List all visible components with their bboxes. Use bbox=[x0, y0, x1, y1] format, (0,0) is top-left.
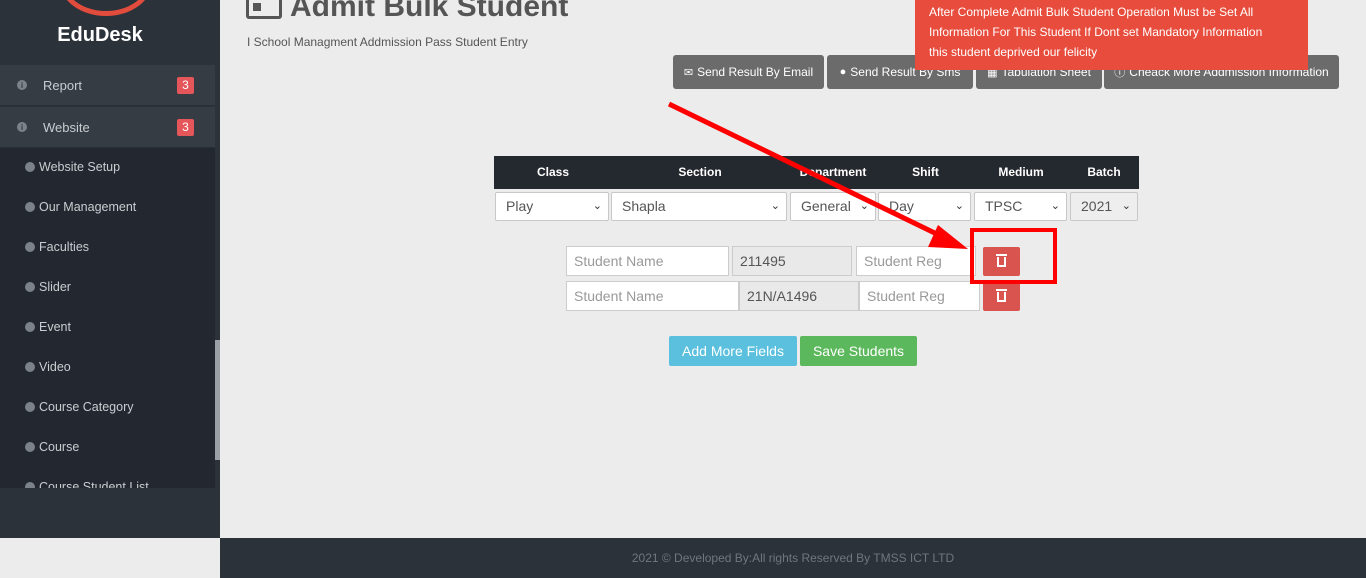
submenu-item-event[interactable]: Event bbox=[25, 320, 71, 334]
bullet-icon bbox=[25, 482, 35, 488]
select-value: TPSC bbox=[985, 198, 1023, 214]
chevron-down-icon: ⌄ bbox=[1121, 200, 1131, 212]
sidebar-scrollbar-thumb[interactable] bbox=[215, 340, 220, 460]
breadcrumb: I School Managment Addmission Pass Stude… bbox=[247, 35, 528, 49]
page-title: Admit Bulk Student bbox=[246, 0, 568, 24]
send-result-email-button[interactable]: ✉ Send Result By Email bbox=[673, 55, 824, 89]
highlight-annotation-box bbox=[970, 228, 1057, 284]
chevron-down-icon: ⌄ bbox=[592, 200, 602, 212]
logo-icon bbox=[60, 0, 152, 16]
submenu-label: Course Category bbox=[39, 400, 134, 414]
submenu-item-video[interactable]: Video bbox=[25, 360, 71, 374]
column-header-batch: Batch bbox=[1087, 165, 1121, 179]
alert-line: After Complete Admit Bulk Student Operat… bbox=[929, 5, 1254, 19]
bullet-icon bbox=[25, 202, 35, 212]
info-icon: i bbox=[17, 122, 27, 132]
class-select[interactable]: Play ⌄ bbox=[495, 192, 609, 221]
submenu-label: Course bbox=[39, 440, 80, 454]
id-card-icon bbox=[246, 0, 282, 19]
bullet-icon bbox=[25, 402, 35, 412]
alert-line: this student deprived our felicity bbox=[929, 45, 1098, 59]
chevron-down-icon: ⌄ bbox=[954, 200, 964, 212]
submenu-label: Video bbox=[39, 360, 71, 374]
select-value: Day bbox=[889, 198, 914, 214]
submenu-label: Website Setup bbox=[39, 160, 121, 174]
bullet-icon bbox=[25, 162, 35, 172]
submenu-item-course[interactable]: Course bbox=[25, 440, 79, 454]
select-value: 2021 bbox=[1081, 198, 1113, 214]
submenu-label: Our Management bbox=[39, 200, 137, 214]
submenu-label: Faculties bbox=[39, 240, 90, 254]
submenu-item-course-student-list[interactable]: Course Student List bbox=[25, 480, 149, 488]
select-value: Shapla bbox=[622, 198, 666, 214]
delete-row-button[interactable] bbox=[983, 282, 1020, 311]
bullet-icon bbox=[25, 362, 35, 372]
student-name-input[interactable]: Student Name bbox=[566, 281, 739, 311]
submenu-item-faculties[interactable]: Faculties bbox=[25, 240, 89, 254]
sidebar-item-report[interactable]: i Report 3 bbox=[0, 65, 215, 106]
chevron-down-icon: ⌄ bbox=[1050, 200, 1060, 212]
page-title-text: Admit Bulk Student bbox=[290, 0, 569, 23]
column-header-class: Class bbox=[536, 165, 570, 179]
student-id-field: 211495 bbox=[732, 246, 852, 276]
chevron-down-icon: ⌄ bbox=[770, 200, 780, 212]
section-select[interactable]: Shapla ⌄ bbox=[611, 192, 787, 221]
save-students-button[interactable]: Save Students bbox=[800, 336, 917, 366]
button-label: Send Result By Email bbox=[697, 65, 814, 79]
select-value: Play bbox=[506, 198, 534, 214]
select-value: General bbox=[801, 198, 851, 214]
website-submenu: Website Setup Our Management Faculties S… bbox=[0, 148, 215, 488]
student-reg-input[interactable]: Student Reg bbox=[859, 281, 980, 311]
bullet-icon bbox=[25, 322, 35, 332]
count-badge: 3 bbox=[177, 76, 194, 94]
sidebar: EduDesk i Report 3 i Website 3 Website S… bbox=[0, 0, 220, 538]
submenu-label: Event bbox=[39, 320, 71, 334]
footer: 2021 © Developed By:All rights Reserved … bbox=[220, 538, 1366, 578]
info-icon: i bbox=[17, 80, 27, 90]
bullet-icon bbox=[25, 442, 35, 452]
sidebar-item-website[interactable]: i Website 3 bbox=[0, 107, 215, 148]
medium-select[interactable]: TPSC ⌄ bbox=[974, 192, 1067, 221]
student-id-field: 21N/A1496 bbox=[739, 281, 859, 311]
submenu-item-course-category[interactable]: Course Category bbox=[25, 400, 134, 414]
submenu-label: Course Student List bbox=[39, 480, 149, 488]
student-name-input[interactable]: Student Name bbox=[566, 246, 729, 276]
brand-area: EduDesk bbox=[0, 0, 220, 65]
brand-name: EduDesk bbox=[57, 24, 143, 46]
column-header-medium: Medium bbox=[998, 165, 1044, 179]
submenu-item-our-management[interactable]: Our Management bbox=[25, 200, 136, 214]
department-select[interactable]: General ⌄ bbox=[790, 192, 876, 221]
chevron-down-icon: ⌄ bbox=[859, 200, 869, 212]
shift-select[interactable]: Day ⌄ bbox=[878, 192, 971, 221]
bullet-icon bbox=[25, 282, 35, 292]
column-header-section: Section bbox=[678, 165, 722, 179]
submenu-label: Slider bbox=[39, 280, 71, 294]
envelope-icon: ✉ bbox=[683, 66, 694, 79]
sidebar-item-label: Website bbox=[43, 119, 90, 135]
count-badge: 3 bbox=[177, 118, 194, 136]
add-more-fields-button[interactable]: Add More Fields bbox=[669, 336, 797, 366]
sidebar-item-label: Report bbox=[43, 77, 83, 93]
comment-icon: ● bbox=[839, 66, 847, 78]
bullet-icon bbox=[25, 242, 35, 252]
selection-table-header: Class Section Department Shift Medium Ba… bbox=[494, 156, 1139, 189]
student-reg-input[interactable]: Student Reg bbox=[856, 246, 976, 276]
trash-icon bbox=[996, 288, 1007, 302]
submenu-item-slider[interactable]: Slider bbox=[25, 280, 71, 294]
batch-select[interactable]: 2021 ⌄ bbox=[1070, 192, 1138, 221]
column-header-shift: Shift bbox=[912, 165, 939, 179]
column-header-department: Department bbox=[799, 165, 867, 179]
alert-line: Information For This Student If Dont set… bbox=[929, 25, 1263, 39]
warning-alert: After Complete Admit Bulk Student Operat… bbox=[915, 0, 1308, 70]
submenu-item-website-setup[interactable]: Website Setup bbox=[25, 160, 120, 174]
